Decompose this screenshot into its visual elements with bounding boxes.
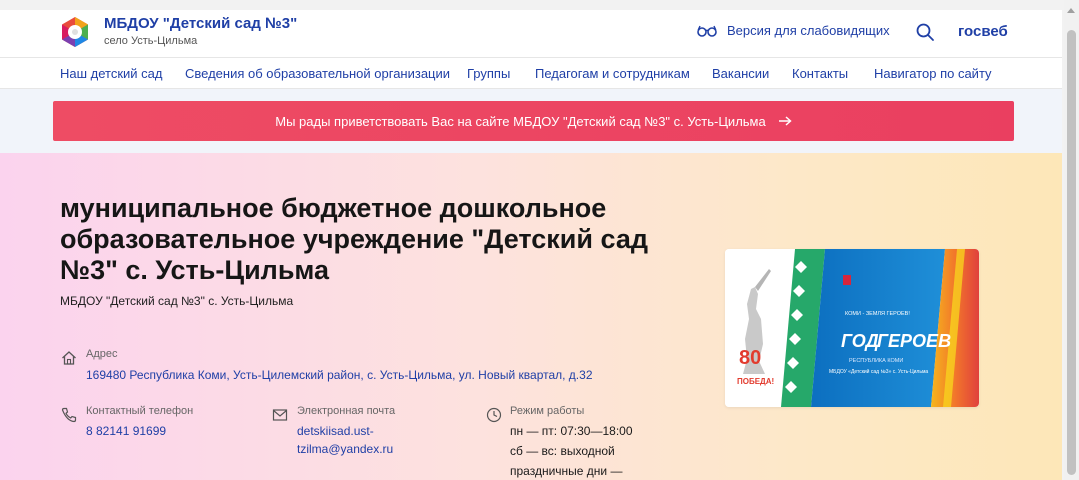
nav-item-staff[interactable]: Педагогам и сотрудникам (535, 66, 690, 81)
hero-section: муниципальное бюджетное дошкольное образ… (0, 153, 1062, 480)
home-icon (62, 351, 76, 365)
nav-item-groups[interactable]: Группы (467, 66, 510, 81)
banner-pobeda-text: ПОБЕДА! (737, 377, 774, 386)
email-value-line2[interactable]: tzilma@yandex.ru (297, 440, 393, 458)
banner-word-god: ГОД (841, 331, 879, 351)
hours-line-weekend: сб — вс: выходной (510, 444, 615, 458)
site-subtitle: село Усть-Цильма (104, 35, 198, 47)
email-value-line1[interactable]: detskiisad.ust- (297, 422, 374, 440)
phone-value[interactable]: 8 82141 91699 (86, 422, 166, 440)
year-of-heroes-banner-image: 80 ПОБЕДА! КОМИ - ЗЕМЛЯ ГЕРОЕВ! ГОД ГЕРО… (725, 249, 979, 407)
banner-eighty-text: 80 (739, 347, 761, 369)
welcome-banner-text: Мы рады приветствовать Вас на сайте МБДО… (275, 113, 766, 129)
page-scrollbar[interactable] (1064, 0, 1079, 480)
nav-item-vacancies[interactable]: Вакансии (712, 66, 769, 81)
nav-item-org-info[interactable]: Сведения об образовательной организации (185, 66, 450, 81)
page: МБДОУ "Детский сад №3" село Усть-Цильма … (0, 10, 1062, 480)
hours-line-weekdays: пн — пт: 07:30—18:00 (510, 424, 633, 438)
welcome-banner-link[interactable]: Мы рады приветствовать Вас на сайте МБДО… (53, 101, 1014, 141)
org-short-name: МБДОУ "Детский сад №3" с. Усть-Цильма (60, 294, 294, 308)
nav-item-contacts[interactable]: Контакты (792, 66, 848, 81)
browser-viewport: МБДОУ "Детский сад №3" село Усть-Цильма … (0, 0, 1079, 480)
site-header: МБДОУ "Детский сад №3" село Усть-Цильма … (0, 10, 1062, 57)
scroll-up-arrow-icon[interactable] (1067, 8, 1075, 13)
banner-republic: РЕСПУБЛИКА КОМИ (849, 358, 903, 364)
phone-label: Контактный телефон (86, 405, 194, 417)
accessibility-version-label: Версия для слабовидящих (727, 23, 890, 38)
banner-caption-top: КОМИ - ЗЕМЛЯ ГЕРОЕВ! (845, 311, 910, 317)
mail-icon (272, 409, 288, 421)
hours-line-holidays: праздничные дни — (510, 464, 623, 478)
banner-kindergarten: МБДОУ «Детский сад №3» с. Усть-Цильма (829, 368, 928, 375)
gosweb-logo[interactable]: госвеб (958, 23, 1008, 40)
accessibility-version-link[interactable]: Версия для слабовидящих (697, 23, 890, 38)
address-label: Адрес (86, 348, 118, 360)
hours-label: Режим работы (510, 405, 585, 417)
search-icon[interactable] (915, 22, 935, 42)
main-nav: Наш детский сад Сведения об образователь… (0, 57, 1062, 89)
site-title[interactable]: МБДОУ "Детский сад №3" (104, 15, 297, 32)
site-logo-icon[interactable] (59, 16, 91, 48)
banner-word-geroev: ГЕРОЕВ (877, 331, 951, 351)
nav-item-site-navigator[interactable]: Навигатор по сайту (874, 66, 992, 81)
org-full-name: муниципальное бюджетное дошкольное образ… (60, 193, 649, 285)
welcome-band: Мы рады приветствовать Вас на сайте МБДО… (0, 89, 1062, 153)
nav-item-our-kindergarten[interactable]: Наш детский сад (60, 66, 163, 81)
scrollbar-thumb[interactable] (1067, 30, 1076, 475)
clock-icon (486, 407, 502, 423)
arrow-right-icon (778, 116, 792, 126)
glasses-icon (697, 25, 717, 37)
address-value[interactable]: 169480 Республика Коми, Усть-Цилемский р… (86, 366, 593, 384)
email-label: Электронная почта (297, 405, 396, 417)
year-of-heroes-banner[interactable]: 80 ПОБЕДА! КОМИ - ЗЕМЛЯ ГЕРОЕВ! ГОД ГЕРО… (725, 249, 979, 407)
phone-icon (61, 407, 77, 423)
